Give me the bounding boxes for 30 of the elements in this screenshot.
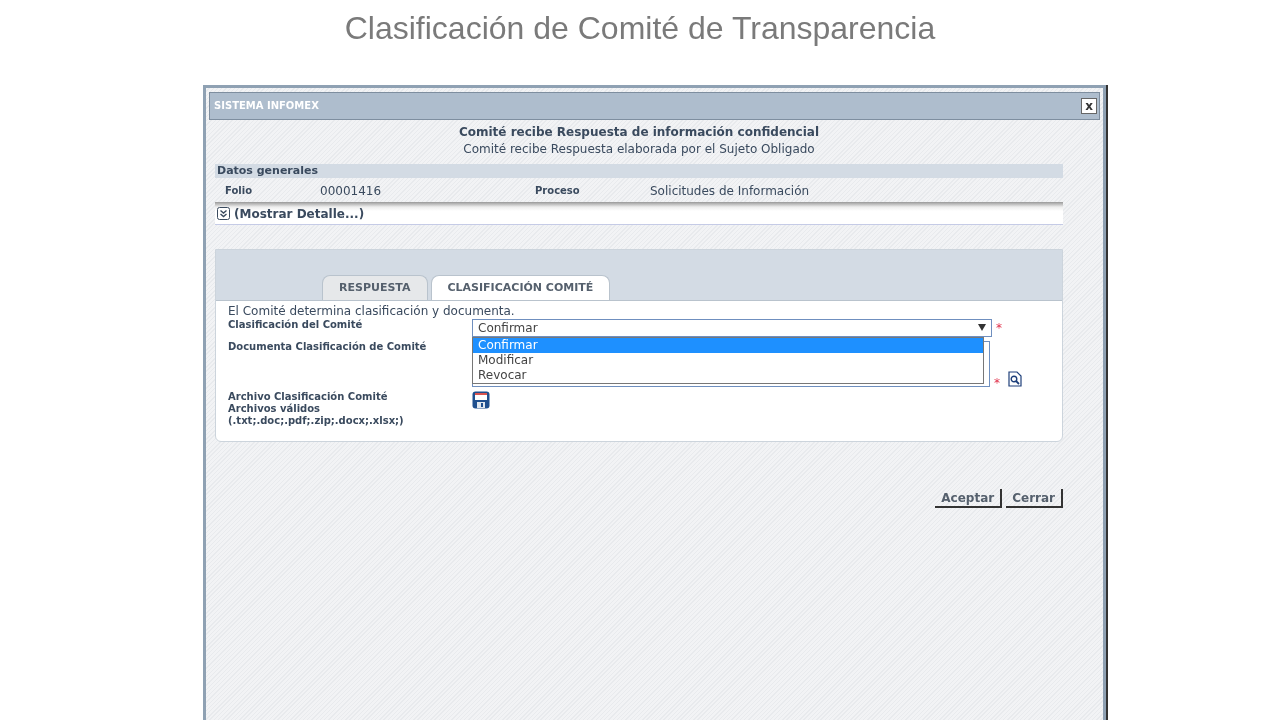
field-hint: Archivos válidos <box>228 402 322 415</box>
dialog-subheading: Comité recibe Respuesta elaborada por el Sujeto Obligado <box>462 140 816 158</box>
field-value: 00001416 <box>320 183 383 198</box>
field-label: Folio <box>225 185 254 197</box>
field-label: Clasificación del Comité <box>228 318 364 332</box>
dialog-button[interactable]: Cerrar <box>1006 488 1063 508</box>
field-label: Documenta Clasificación de Comité <box>228 340 428 354</box>
field-label: Archivo Clasificación Comité <box>228 390 389 403</box>
section-header: Datos generales <box>215 163 1063 178</box>
dialog-button[interactable]: Aceptar <box>935 488 1003 508</box>
required-mark: * <box>996 321 1002 334</box>
tab[interactable]: CLASIFICACIÓN COMITÉ <box>430 274 611 300</box>
field-label: Proceso <box>535 185 581 197</box>
required-mark: * <box>994 376 1000 389</box>
chevron-down-icon[interactable] <box>217 207 230 221</box>
tab[interactable]: RESPUESTA <box>322 274 428 300</box>
close-button[interactable]: x <box>1081 97 1097 114</box>
dropdown-option[interactable]: Revocar <box>473 367 983 383</box>
dialog-heading: Comité recibe Respuesta de información confidencial <box>457 123 821 141</box>
save-icon[interactable] <box>472 390 490 409</box>
window-title: SISTEMA INFOMEX <box>214 100 319 112</box>
slide-title: Clasificación de Comité de Transparencia <box>344 9 936 48</box>
file-extensions: (.txt;.doc;.pdf;.zip;.docx;.xlsx;) <box>228 414 405 427</box>
field-value: Solicitudes de Información <box>650 183 811 198</box>
intro-text: El Comité determina clasificación y documenta. <box>228 302 516 319</box>
dropdown-option[interactable]: Modificar <box>473 352 983 368</box>
caret-icon <box>978 324 986 332</box>
document-search-icon[interactable] <box>1008 370 1022 387</box>
classification-select[interactable]: Confirmar <box>472 318 992 337</box>
show-detail-link[interactable]: (Mostrar Detalle...) <box>234 206 365 221</box>
